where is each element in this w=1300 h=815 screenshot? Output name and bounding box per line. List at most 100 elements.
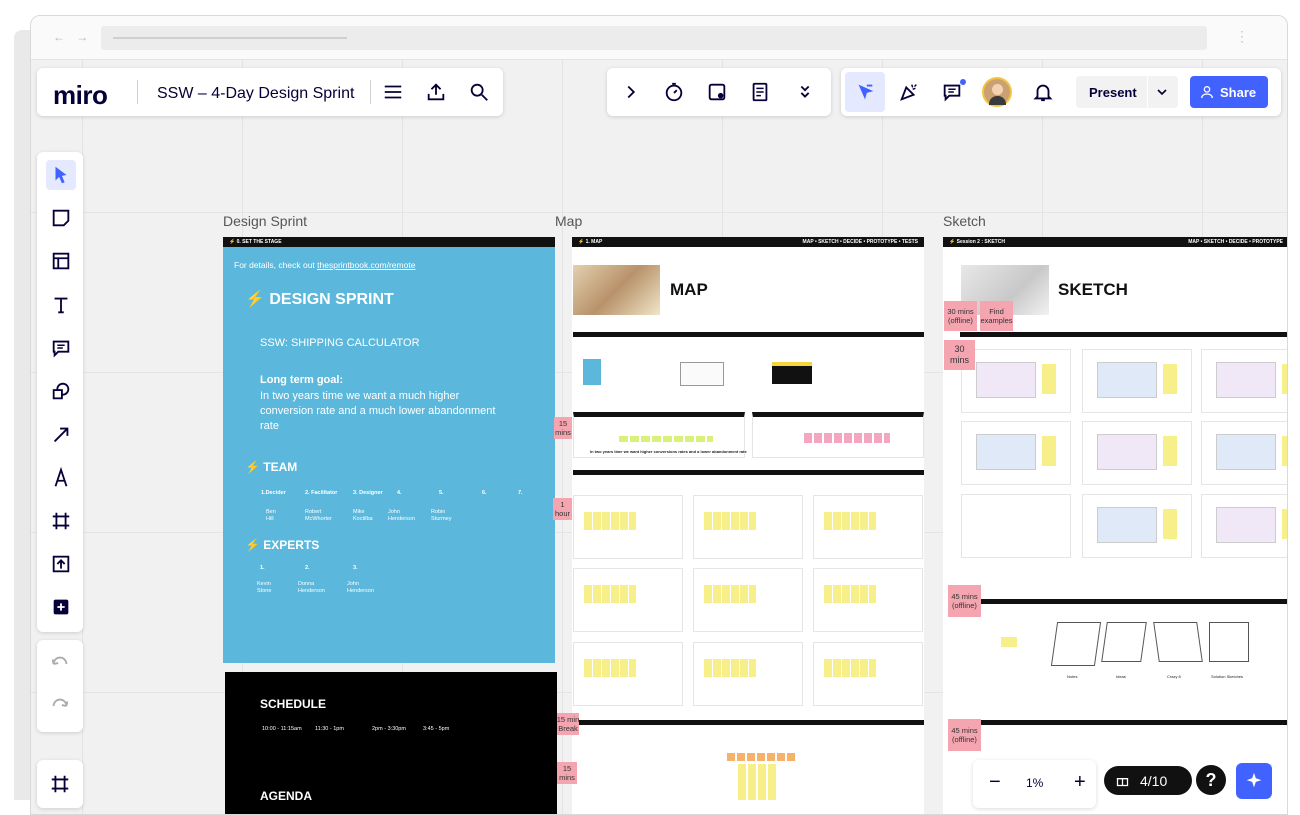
sticky-15-mins[interactable]: 15 mins	[554, 417, 572, 439]
sketch-example-cell	[961, 349, 1071, 413]
board-name[interactable]: SSW – 4-Day Design Sprint	[157, 85, 354, 103]
sticky-30-mins[interactable]: 30 mins	[944, 340, 975, 370]
sketch-example-cell	[1201, 349, 1287, 413]
cursor-button[interactable]	[845, 72, 885, 112]
sticky-45-mins-offline-a[interactable]: 45 mins (offline)	[948, 585, 981, 617]
frame-title-map[interactable]: Map	[555, 213, 582, 229]
chevron-right-icon[interactable]	[617, 78, 645, 106]
team-role-4: 4.	[397, 490, 402, 496]
team-member-5: Robin Sturmey	[431, 509, 452, 522]
browser-menu-icon[interactable]: ⋮	[1235, 28, 1249, 45]
sticky-15-min-break[interactable]: 15 min Break	[557, 713, 579, 735]
url-bar[interactable]	[101, 26, 1207, 50]
frame-bar: ⚡ 1. MAP MAP • SKETCH • DECIDE • PROTOTYP…	[572, 237, 924, 247]
notes-icon[interactable]	[746, 78, 774, 106]
bell-icon[interactable]	[1029, 78, 1057, 106]
team-member-3: Mike Koctilba	[353, 509, 373, 522]
arrow-icon[interactable]	[46, 420, 76, 450]
expert-1: Kevin Stone	[257, 581, 272, 594]
timer-icon[interactable]	[660, 78, 688, 106]
schedule-frame[interactable]: SCHEDULE 10:00 - 11:15am 11:30 - 1pm 2pm…	[225, 672, 557, 814]
pen-icon[interactable]	[46, 463, 76, 493]
schedule-time-2: 11:30 - 1pm	[315, 726, 344, 732]
upload-icon[interactable]	[422, 78, 450, 106]
upload-tool-icon[interactable]	[46, 549, 76, 579]
design-sprint-frame[interactable]: ⚡ 0. SET THE STAGE For details, check ou…	[223, 237, 555, 663]
present-button[interactable]: Present	[1076, 76, 1178, 108]
sketch-example-cell	[1082, 349, 1192, 413]
sketch-example-cell	[1201, 494, 1287, 558]
map-expert-cell	[573, 495, 683, 559]
team-member-4: John Henderson	[388, 509, 415, 522]
browser-nav-arrows[interactable]: ← →	[53, 30, 92, 44]
frames-icon[interactable]	[46, 770, 74, 798]
team-role-5: 5.	[439, 490, 444, 496]
team-role-3: 3. Designer	[353, 490, 383, 496]
select-tool-icon[interactable]	[46, 160, 76, 190]
avatar[interactable]	[982, 77, 1012, 107]
menu-icon[interactable]	[379, 78, 407, 106]
map-frame[interactable]: ⚡ 1. MAP MAP • SKETCH • DECIDE • PROTOTYP…	[572, 237, 924, 814]
details-text: For details, check out thesprintbook.com…	[234, 260, 416, 270]
sticky-15-mins-b[interactable]: 15 mins	[557, 762, 577, 784]
add-more-icon[interactable]	[46, 592, 76, 622]
map-diagram-1	[680, 362, 724, 386]
left-toolbar	[37, 152, 83, 632]
celebrate-icon[interactable]	[895, 78, 923, 106]
zoom-in-button[interactable]: +	[1074, 771, 1086, 794]
sketch-crazy8	[1153, 622, 1203, 662]
pages-button[interactable]: 4/10	[1104, 766, 1192, 795]
board-header-panel: miro SSW – 4-Day Design Sprint	[37, 68, 503, 116]
shapes-icon[interactable]	[46, 376, 76, 406]
zoom-level[interactable]: 1%	[1026, 776, 1043, 790]
undo-redo-panel	[37, 640, 83, 732]
sprint-heading: ⚡ DESIGN SPRINT	[245, 291, 394, 308]
team-role-7: 7.	[518, 490, 523, 496]
sticky-30-mins-offline[interactable]: 30 mins (offline)	[944, 301, 977, 331]
details-link[interactable]: thesprintbook.com/remote	[317, 260, 415, 270]
frame-title-design-sprint[interactable]: Design Sprint	[223, 213, 307, 229]
map-heading: MAP	[670, 280, 708, 299]
miro-logo[interactable]: miro	[53, 80, 108, 111]
search-icon[interactable]	[465, 78, 493, 106]
text-icon[interactable]	[46, 290, 76, 320]
experts-heading: ⚡ EXPERTS	[245, 538, 320, 552]
frame-bar: ⚡ 0. SET THE STAGE	[223, 237, 555, 247]
sketch-example-cell	[1082, 494, 1192, 558]
share-button[interactable]: Share	[1190, 76, 1268, 108]
frames-panel	[37, 760, 83, 808]
map-expert-cell	[693, 642, 803, 706]
cursor-icon	[858, 84, 874, 100]
sticky-45-mins-offline-b[interactable]: 45 mins (offline)	[948, 719, 981, 751]
sparkle-icon	[1246, 772, 1262, 788]
frame-title-sketch[interactable]: Sketch	[943, 213, 986, 229]
map-expert-cell	[573, 568, 683, 632]
ai-assist-button[interactable]	[1236, 763, 1272, 799]
sketch-example-cell	[1201, 421, 1287, 485]
schedule-time-1: 10:00 - 11:15am	[262, 726, 302, 732]
sketch-solution	[1209, 622, 1249, 662]
card-icon[interactable]	[703, 78, 731, 106]
sticky-find-examples[interactable]: Find examples	[980, 301, 1013, 331]
schedule-time-4: 3:45 - 5pm	[423, 726, 450, 732]
sticky-1-hour[interactable]: 1 hour	[553, 498, 572, 520]
team-role-1: 1.Decider	[261, 490, 286, 496]
template-icon[interactable]	[46, 246, 76, 276]
board-canvas[interactable]: miro SSW – 4-Day Design Sprint Present S…	[31, 60, 1287, 814]
sketch-example-cell	[1082, 421, 1192, 485]
expert-number-3: 3.	[353, 565, 358, 571]
chevron-double-down-icon[interactable]	[791, 78, 819, 106]
help-button[interactable]: ?	[1196, 765, 1226, 795]
redo-icon[interactable]	[46, 692, 74, 720]
collab-toolbar	[607, 68, 831, 116]
comment-icon[interactable]	[46, 333, 76, 363]
frame-icon[interactable]	[46, 506, 76, 536]
zoom-out-button[interactable]: −	[989, 771, 1001, 794]
user-icon	[1201, 86, 1213, 99]
comments-icon[interactable]	[938, 78, 966, 106]
goal-label: Long term goal:	[260, 374, 344, 386]
goal-text: In two years time we want a much higher …	[260, 390, 496, 432]
undo-icon[interactable]	[46, 650, 74, 678]
sticky-note-icon[interactable]	[46, 203, 76, 233]
agenda-heading: AGENDA	[260, 789, 313, 803]
